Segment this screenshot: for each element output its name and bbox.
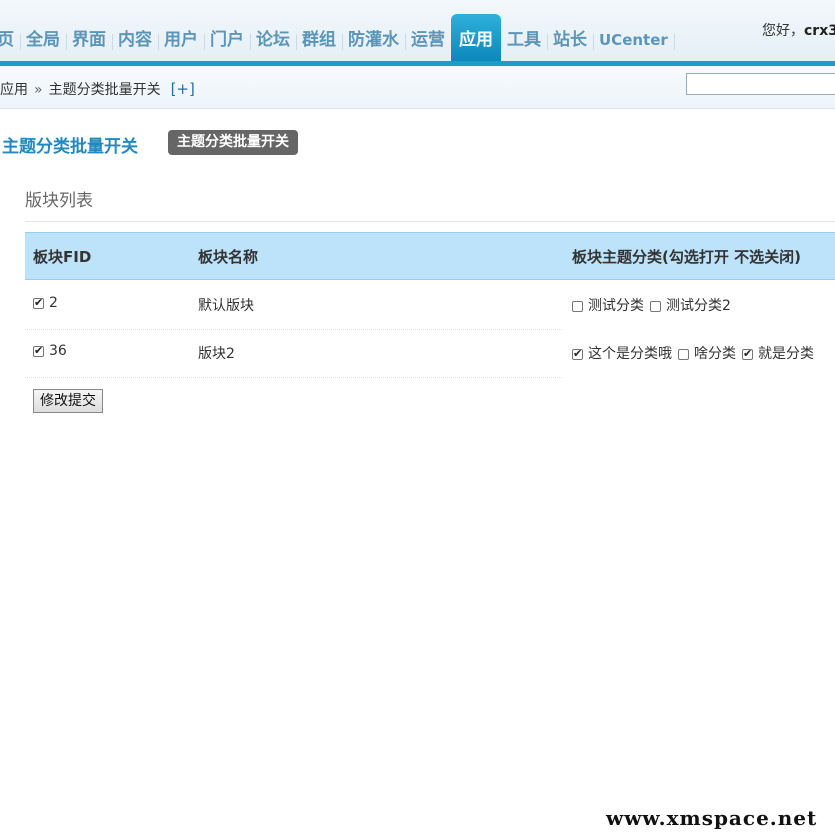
fid-value: 2 [49,295,58,311]
fid-checkbox[interactable] [33,296,44,309]
nav-item-9[interactable]: 运营 [405,14,452,62]
category-option[interactable]: 啥分类 [678,343,736,363]
category-option[interactable]: 就是分类 [742,343,814,363]
category-label: 这个是分类哦 [588,346,672,362]
section-divider [25,221,835,222]
category-option[interactable]: 测试分类 [572,295,644,315]
nav-item-label: 工具 [507,30,541,50]
column-header-name: 板块名称 [198,248,259,266]
user-greeting: 您好，crx3 [762,20,835,40]
nav-item-label: 防灌水 [348,30,399,50]
breadcrumb-separator: » [34,82,43,98]
row-divider [25,376,562,378]
nav-item-label: 门户 [210,30,244,50]
nav-item-label: 用户 [164,30,198,50]
table-row: 36 版块2 这个是分类哦 啥分类 就是分类 [25,329,835,378]
nav-item-label: 全局 [26,30,60,50]
breadcrumb-item-current: 主题分类批量开关 [48,82,161,98]
submit-button[interactable]: 修改提交 [33,389,103,413]
add-shortcut-link[interactable]: [+] [171,80,195,98]
nav-item-label: 论坛 [256,30,290,50]
nav-item-12[interactable]: 站长 [547,14,594,62]
category-checkbox[interactable] [572,347,583,360]
category-options: 这个是分类哦 啥分类 就是分类 [572,343,820,363]
username-link[interactable]: crx3 [804,23,835,39]
category-label: 测试分类 [588,298,644,314]
top-nav-bar: 页全局 界面 内容 用户 门户 论坛 群组 防灌水 运营 应用 工具 站长 UCenter 您好，crx… [0,0,835,66]
nav-item-7[interactable]: 群组 [296,14,343,62]
category-checkbox[interactable] [650,301,661,312]
table-row: 2 默认版块 测试分类 测试分类2 [25,281,835,330]
forum-name: 版块2 [198,346,235,362]
search-input[interactable] [686,73,835,95]
category-option[interactable]: 测试分类2 [650,295,731,315]
category-option[interactable]: 这个是分类哦 [572,343,672,363]
nav-item-label: UCenter [599,31,668,49]
fid-cell: 2 [33,295,58,311]
nav-item-3[interactable]: 内容 [112,14,159,62]
section-title: 版块列表 [25,191,93,211]
nav-item-2[interactable]: 界面 [66,14,113,62]
tab-current[interactable]: 主题分类批量开关 [168,130,298,155]
nav-item-0[interactable]: 页 [0,14,21,62]
nav-item-label: 页 [0,30,14,50]
category-label: 就是分类 [758,346,814,362]
fid-cell: 36 [33,343,67,359]
nav-item-label: 运营 [411,30,445,50]
category-options: 测试分类 测试分类2 [572,295,737,315]
table-header: 板块FID 板块名称 板块主题分类(勾选打开 不选关闭) [25,232,835,280]
nav-item-label: 站长 [553,30,587,50]
nav-item-10[interactable]: 应用 [451,14,501,62]
fid-checkbox[interactable] [33,344,44,357]
nav-item-8[interactable]: 防灌水 [342,14,406,62]
category-checkbox[interactable] [572,301,583,312]
category-checkbox[interactable] [742,347,753,360]
nav-item-5[interactable]: 门户 [204,14,251,62]
breadcrumb-item-app[interactable]: 应用 [0,82,28,98]
nav-item-label: 群组 [302,30,336,50]
forum-name: 默认版块 [198,298,254,314]
nav-item-1[interactable]: 全局 [20,14,67,62]
column-header-fid: 板块FID [33,248,92,266]
nav-separator [673,34,675,50]
nav-item-6[interactable]: 论坛 [250,14,297,62]
breadcrumb: 应用 » 主题分类批量开关 [+] [0,79,195,99]
nav-item-label: 内容 [118,30,152,50]
category-checkbox[interactable] [678,349,689,360]
page-title: 主题分类批量开关 [2,137,138,157]
nav-item-label: 应用 [459,30,493,50]
nav-item-label: 界面 [72,30,106,50]
fid-value: 36 [49,343,67,359]
main-nav: 页全局 界面 内容 用户 门户 论坛 群组 防灌水 运营 应用 工具 站长 UCenter [0,14,675,62]
column-header-categories: 板块主题分类(勾选打开 不选关闭) [572,248,801,266]
nav-item-11[interactable]: 工具 [501,14,548,62]
watermark: www.xmspace.net [606,806,818,830]
nav-item-13[interactable]: UCenter [593,14,675,62]
category-label: 测试分类2 [666,298,731,314]
nav-item-4[interactable]: 用户 [158,14,205,62]
category-label: 啥分类 [694,346,736,362]
